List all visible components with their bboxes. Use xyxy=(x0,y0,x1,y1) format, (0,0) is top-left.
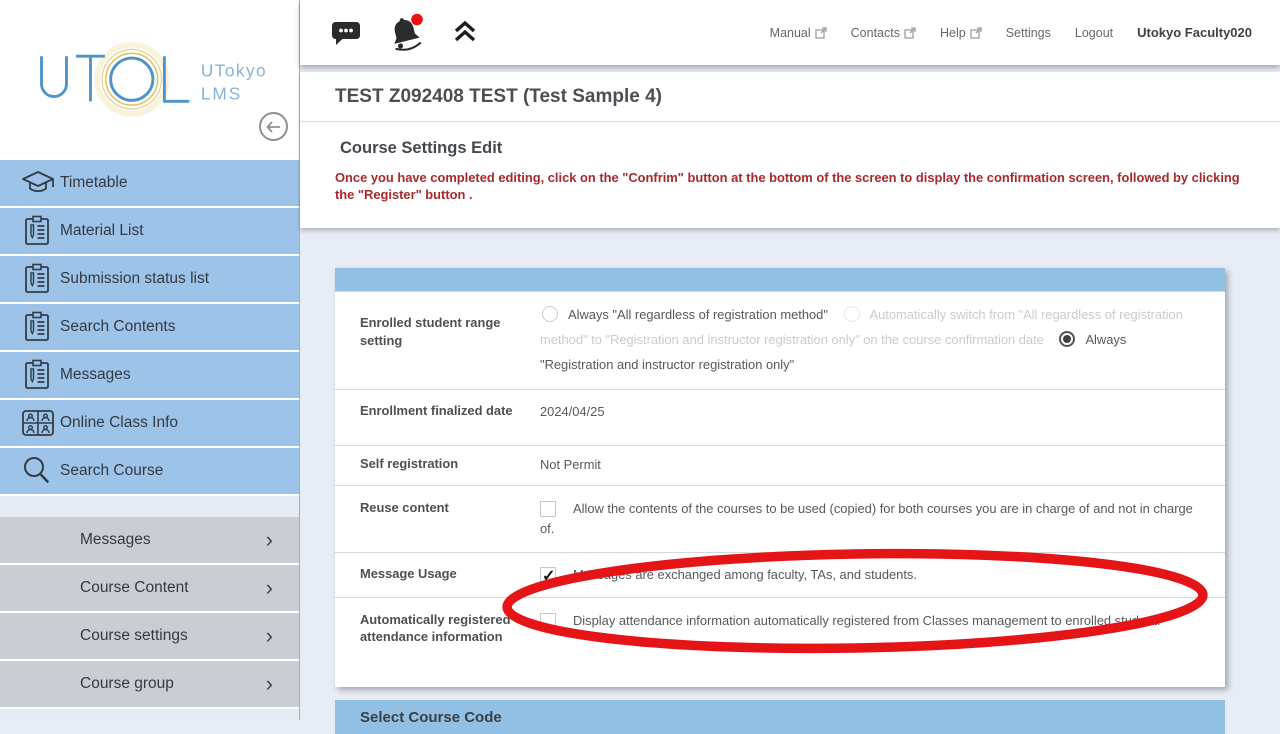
sidebar-item-material-list[interactable]: Material List xyxy=(0,208,299,256)
contacts-link[interactable]: Contacts xyxy=(851,26,916,40)
clipboard-icon xyxy=(0,310,60,344)
external-link-icon xyxy=(970,27,982,39)
sidebar-item-submission-status-list[interactable]: Submission status list xyxy=(0,256,299,304)
enrolled-student-options: Always "All regardless of registration m… xyxy=(540,302,1225,377)
settings-link[interactable]: Settings xyxy=(1006,26,1051,40)
checkbox-label: Messages are exchanged among faculty, TA… xyxy=(573,567,917,582)
message-usage-value: Messages are exchanged among faculty, TA… xyxy=(540,565,1225,586)
sidebar-item-label: Timetable xyxy=(60,174,127,192)
external-link-icon xyxy=(815,27,827,39)
left-arrow-icon xyxy=(266,121,281,133)
course-settings-form: Enrolled student range setting Always "A… xyxy=(335,268,1225,687)
sidebar-item-label: Course settings xyxy=(80,627,188,645)
search-icon xyxy=(0,454,60,488)
attendance-value: Display attendance information automatic… xyxy=(540,611,1225,671)
utol-logo: UTokyo LMS xyxy=(30,36,270,134)
row-label: Automatically registered attendance info… xyxy=(335,611,540,671)
clipboard-icon xyxy=(0,358,60,392)
sidebar-item-course-group[interactable]: Course group › xyxy=(0,661,299,709)
course-title: TEST Z092408 TEST (Test Sample 4) xyxy=(300,72,1280,122)
checkbox-label: Display attendance information automatic… xyxy=(573,613,1161,628)
chat-icon xyxy=(330,18,362,48)
select-course-code-section: Select Course Code xyxy=(335,700,1225,734)
sidebar-item-course-settings[interactable]: Course settings › xyxy=(0,613,299,661)
svg-text:UTokyo: UTokyo xyxy=(201,60,267,80)
checkbox-label: Allow the contents of the courses to be … xyxy=(540,501,1193,537)
page-title: Course Settings Edit xyxy=(300,122,1280,158)
sidebar-item-label: Course group xyxy=(80,675,174,693)
collapse-topbar-button[interactable] xyxy=(452,20,478,45)
sidebar-item-label: Search Course xyxy=(60,462,163,480)
current-user: Utokyo Faculty020 xyxy=(1137,25,1252,40)
sidebar-item-label: Submission status list xyxy=(60,270,209,288)
message-usage-checkbox[interactable] xyxy=(540,567,556,583)
chevron-right-icon: › xyxy=(266,529,273,551)
reuse-content-checkbox[interactable] xyxy=(540,501,556,517)
chevron-right-icon: › xyxy=(266,577,273,599)
row-message-usage: Message Usage Messages are exchanged amo… xyxy=(335,552,1225,597)
sidebar-item-label: Search Contents xyxy=(60,318,175,336)
row-reuse-content: Reuse content Allow the contents of the … xyxy=(335,485,1225,552)
chevron-right-icon: › xyxy=(266,673,273,695)
enrollment-finalized-date-value: 2024/04/25 xyxy=(540,402,1225,433)
radio-always-all-regardless[interactable] xyxy=(542,306,558,322)
row-enrollment-finalized-date: Enrollment finalized date 2024/04/25 xyxy=(335,389,1225,445)
self-registration-value: Not Permit xyxy=(540,455,1225,476)
edit-instructions-warning: Once you have completed editing, click o… xyxy=(335,169,1252,203)
sidebar-item-online-class-info[interactable]: Online Class Info xyxy=(0,400,299,448)
double-chevron-up-icon xyxy=(452,20,478,45)
topbar: Manual Contacts Help Settings Logout Uto… xyxy=(300,0,1280,65)
row-enrolled-student-range: Enrolled student range setting Always "A… xyxy=(335,291,1225,389)
radio-always-registration-only[interactable] xyxy=(1059,331,1075,347)
logout-link[interactable]: Logout xyxy=(1075,26,1113,40)
sidebar-item-messages[interactable]: Messages xyxy=(0,352,299,400)
graduation-cap-icon xyxy=(0,167,60,199)
attendance-display-checkbox[interactable] xyxy=(540,613,556,629)
sidebar-item-messages-group[interactable]: Messages › xyxy=(0,517,299,565)
clipboard-icon xyxy=(0,262,60,296)
option-label: Always "All regardless of registration m… xyxy=(568,307,828,322)
chat-button[interactable] xyxy=(330,18,362,48)
sidebar-item-label: Course Content xyxy=(80,579,189,597)
page-header-card: TEST Z092408 TEST (Test Sample 4) Course… xyxy=(300,72,1280,228)
meeting-grid-icon xyxy=(0,408,60,438)
sidebar-item-label: Messages xyxy=(80,531,151,549)
row-label: Self registration xyxy=(335,455,540,476)
row-label: Message Usage xyxy=(335,565,540,586)
row-label: Reuse content xyxy=(335,499,540,540)
sidebar-header: UTokyo LMS xyxy=(0,0,299,160)
sidebar: UTokyo LMS Timetable Material List Submi… xyxy=(0,0,300,720)
row-label: Enrolled student range setting xyxy=(335,302,540,377)
chevron-right-icon: › xyxy=(266,625,273,647)
notification-dot xyxy=(411,13,423,25)
sidebar-item-search-course[interactable]: Search Course xyxy=(0,448,299,496)
reuse-content-value: Allow the contents of the courses to be … xyxy=(540,499,1225,540)
row-self-registration: Self registration Not Permit xyxy=(335,445,1225,485)
bell-icon xyxy=(388,13,426,53)
sidebar-item-label: Online Class Info xyxy=(60,414,178,432)
external-link-icon xyxy=(904,27,916,39)
sidebar-item-label: Material List xyxy=(60,222,144,240)
notifications-button[interactable] xyxy=(388,13,426,53)
sidebar-section-divider xyxy=(0,496,299,517)
clipboard-icon xyxy=(0,214,60,248)
row-auto-registered-attendance: Automatically registered attendance info… xyxy=(335,597,1225,687)
sidebar-item-timetable[interactable]: Timetable xyxy=(0,160,299,208)
radio-automatic-switch[interactable] xyxy=(844,306,860,322)
form-section-header xyxy=(335,268,1225,291)
section-header-title: Select Course Code xyxy=(335,700,1225,726)
collapse-sidebar-button[interactable] xyxy=(259,112,288,141)
manual-link[interactable]: Manual xyxy=(770,26,827,40)
svg-text:LMS: LMS xyxy=(201,83,242,103)
sidebar-item-search-contents[interactable]: Search Contents xyxy=(0,304,299,352)
sidebar-item-course-content[interactable]: Course Content › xyxy=(0,565,299,613)
row-label: Enrollment finalized date xyxy=(335,402,540,433)
sidebar-item-label: Messages xyxy=(60,366,131,384)
help-link[interactable]: Help xyxy=(940,26,982,40)
